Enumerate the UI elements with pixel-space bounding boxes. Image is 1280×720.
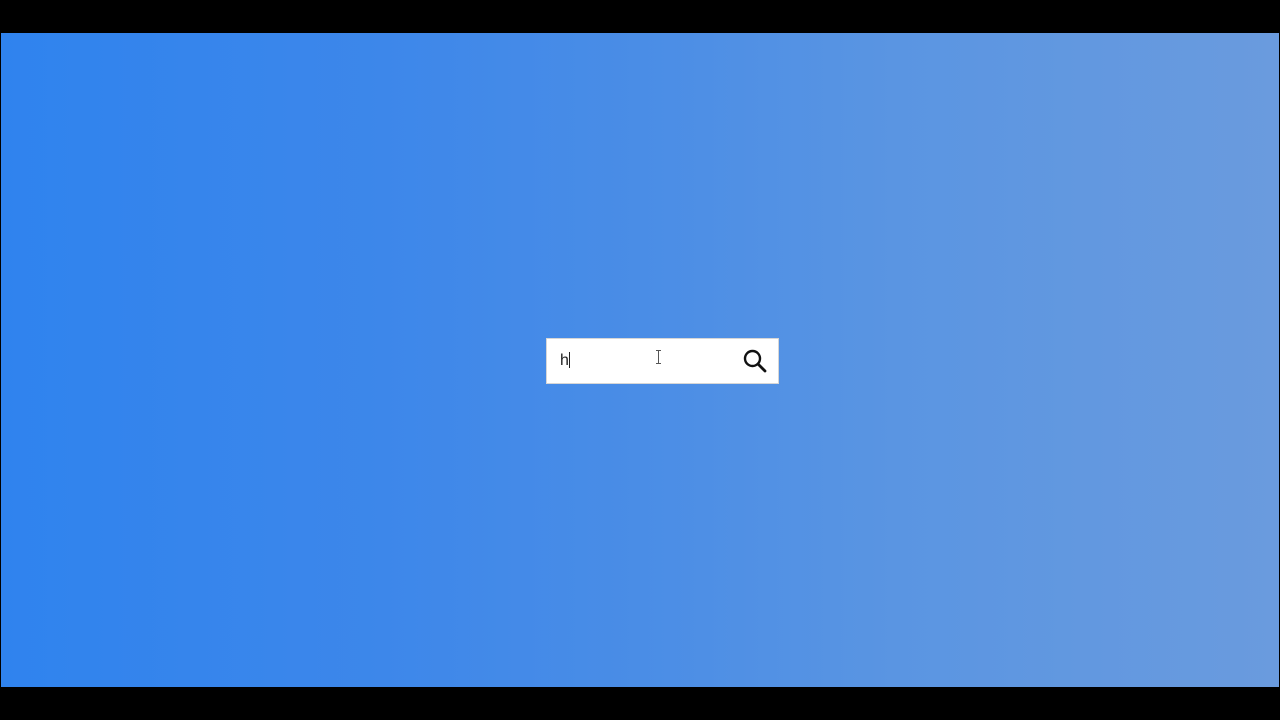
i-beam-cursor-icon	[656, 350, 661, 364]
letterbox-bottom	[0, 687, 1280, 720]
search-icon	[743, 349, 767, 373]
search-input[interactable]	[547, 339, 727, 383]
text-caret	[569, 352, 570, 368]
letterbox-top	[0, 0, 1280, 33]
search-button[interactable]	[738, 344, 772, 378]
